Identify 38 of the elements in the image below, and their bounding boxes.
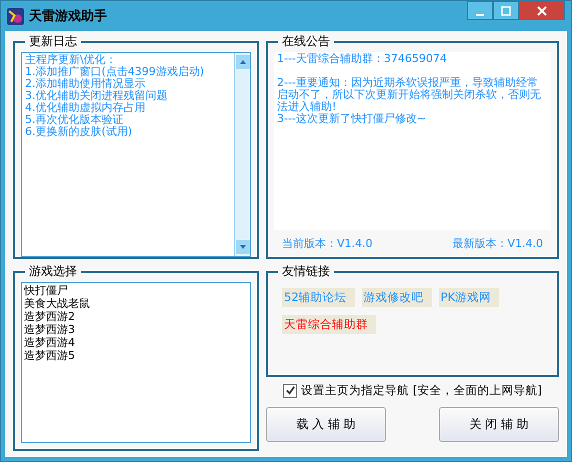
action-button[interactable]: 载 入 辅 助 [266, 407, 386, 442]
announcement-line: 1---天雷综合辅助群：374659074 [277, 53, 448, 65]
log-line: 2.添加辅助使用情况显示 [25, 78, 146, 90]
announcement-line: 2---重要通知：因为近期杀软误报严重，导致辅助经常启动不了，所以下次更新开始将强制关闭杀软，否则无法进入辅助! [277, 77, 542, 113]
log-line: 4.优化辅助虚拟内存占用 [25, 102, 146, 114]
minimize-icon [476, 14, 484, 16]
scrollbar[interactable] [234, 53, 250, 256]
game-item[interactable]: 快打僵尸 [24, 284, 248, 297]
checkbox-label: 设置主页为指定导航 [安全，全面的上网导航] [301, 383, 542, 398]
scroll-up-icon[interactable] [236, 55, 250, 69]
log-line: 6.更换新的皮肤(试用) [25, 126, 134, 138]
maximize-button[interactable] [493, 1, 519, 20]
game-item[interactable]: 造梦西游5 [24, 349, 248, 362]
announcement-line: 3---这次更新了快打僵尸修改~ [277, 113, 428, 125]
action-button[interactable]: 关 闭 辅 助 [439, 407, 559, 442]
latest-version: 最新版本：V1.4.0 [452, 236, 543, 251]
game-item[interactable]: 造梦西游3 [24, 323, 248, 336]
minimize-button[interactable] [467, 1, 493, 20]
scroll-down-icon[interactable] [236, 240, 250, 254]
game-item[interactable]: 造梦西游2 [24, 310, 248, 323]
app-logo-icon [7, 8, 24, 24]
log-line: 1.添加推广窗口(点击4399游戏启动) [25, 66, 206, 78]
maximize-icon [501, 6, 511, 16]
close-button[interactable] [519, 1, 565, 20]
checkbox[interactable] [283, 384, 298, 398]
homepage-checkbox[interactable]: 设置主页为指定导航 [安全，全面的上网导航] [266, 383, 559, 398]
log-line: 5.再次优化版本验证 [25, 114, 124, 126]
log-line: 3.优化辅助关闭进程残留问题 [25, 90, 168, 102]
group-title: 游戏选择 [28, 263, 78, 280]
log-line: 主程序更新\优化： [25, 54, 117, 66]
current-version: 当前版本：V1.4.0 [282, 236, 373, 251]
group-title: 更新日志 [28, 33, 78, 50]
game-item[interactable]: 造梦西游4 [24, 336, 248, 349]
window-title: 天雷游戏助手 [29, 8, 107, 25]
close-icon [537, 6, 547, 16]
game-item[interactable]: 美食大战老鼠 [24, 297, 248, 310]
group-title: 在线公告 [281, 33, 331, 50]
group-title: 友情链接 [281, 263, 331, 280]
